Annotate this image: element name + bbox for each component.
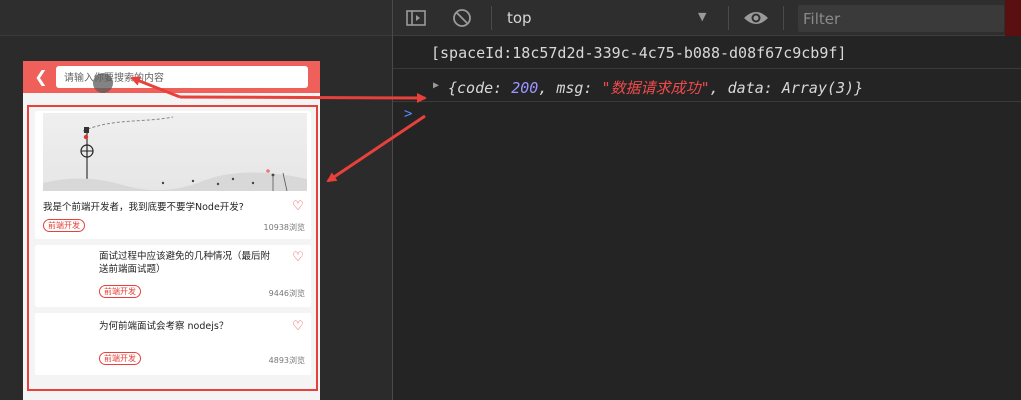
- chevron-left-icon[interactable]: ❮: [31, 67, 51, 87]
- list-item[interactable]: 我是个前端开发者，我到底要不要学Node开发? ♡ 前端开发 10938浏览: [35, 111, 311, 239]
- simulator-topbar: [0, 0, 392, 36]
- error-indicator: [1005, 0, 1021, 36]
- heart-icon[interactable]: ♡: [291, 320, 305, 334]
- toolbar-separator: [491, 6, 492, 30]
- view-count: 10938浏览: [263, 223, 305, 232]
- article-title: 我是个前端开发者，我到底要不要学Node开发?: [43, 202, 244, 213]
- article-title: 为何前端面试会考察 nodejs？: [99, 321, 229, 332]
- context-selector[interactable]: top: [507, 9, 532, 27]
- simulator-pane: ❮ 请输入你要搜索的内容 我是个前端开发者，我到底要不要学Node开发? ♡ 前…: [0, 0, 392, 400]
- toolbar-separator: [728, 6, 729, 30]
- console-toolbar: top ▼: [393, 0, 1021, 36]
- app-root: ❮ 请输入你要搜索的内容 我是个前端开发者，我到底要不要学Node开发? ♡ 前…: [0, 0, 1021, 400]
- filter-input[interactable]: [798, 5, 1004, 32]
- category-tag: 前端开发: [99, 285, 141, 298]
- code-value: 200: [511, 79, 539, 97]
- object-preview: {code: 200, msg: "数据请求成功", data: Array(3…: [448, 79, 864, 97]
- search-header: ❮: [23, 61, 320, 93]
- list-item[interactable]: 为何前端面试会考察 nodejs？ ♡ 前端开发 4893浏览: [35, 313, 311, 375]
- view-count: 9446浏览: [268, 289, 305, 298]
- heart-icon[interactable]: ♡: [291, 251, 305, 265]
- sidebar-toggle-icon[interactable]: [405, 8, 427, 28]
- touch-cursor: [93, 73, 113, 93]
- console-text: [spaceId:18c57d2d-339c-4c75-b088-d08f67c…: [431, 44, 847, 62]
- eye-icon[interactable]: [743, 8, 768, 28]
- list-item[interactable]: 面试过程中应该避免的几种情况（最后附送前端面试题） ♡ 前端开发 9446浏览: [35, 245, 311, 307]
- phone-preview: ❮ 请输入你要搜索的内容 我是个前端开发者，我到底要不要学Node开发? ♡ 前…: [23, 61, 320, 400]
- category-tag: 前端开发: [43, 219, 85, 232]
- article-list: 我是个前端开发者，我到底要不要学Node开发? ♡ 前端开发 10938浏览 面…: [27, 105, 318, 391]
- toolbar-separator: [783, 6, 784, 30]
- article-thumbnail: [43, 113, 307, 191]
- view-count: 4893浏览: [268, 356, 305, 365]
- filter-box[interactable]: [798, 5, 1004, 32]
- console-object[interactable]: ▶ {code: 200, msg: "数据请求成功", data: Array…: [393, 70, 1021, 102]
- heart-icon[interactable]: ♡: [291, 200, 305, 214]
- dropdown-caret-icon[interactable]: ▼: [698, 10, 706, 23]
- category-tag: 前端开发: [99, 352, 141, 365]
- clear-console-icon[interactable]: [451, 8, 473, 28]
- expand-triangle-icon[interactable]: ▶: [433, 80, 439, 91]
- console-prompt[interactable]: >: [404, 106, 412, 122]
- data-value: Array(3): [781, 79, 855, 97]
- article-title: 面试过程中应该避免的几种情况（最后附送前端面试题）: [99, 251, 271, 275]
- console-message: [spaceId:18c57d2d-339c-4c75-b088-d08f67c…: [393, 37, 1021, 69]
- msg-value: "数据请求成功": [601, 79, 710, 97]
- devtools-console: top ▼ [spaceId:18c57d2d-339c-4c75-b088-d…: [393, 0, 1021, 400]
